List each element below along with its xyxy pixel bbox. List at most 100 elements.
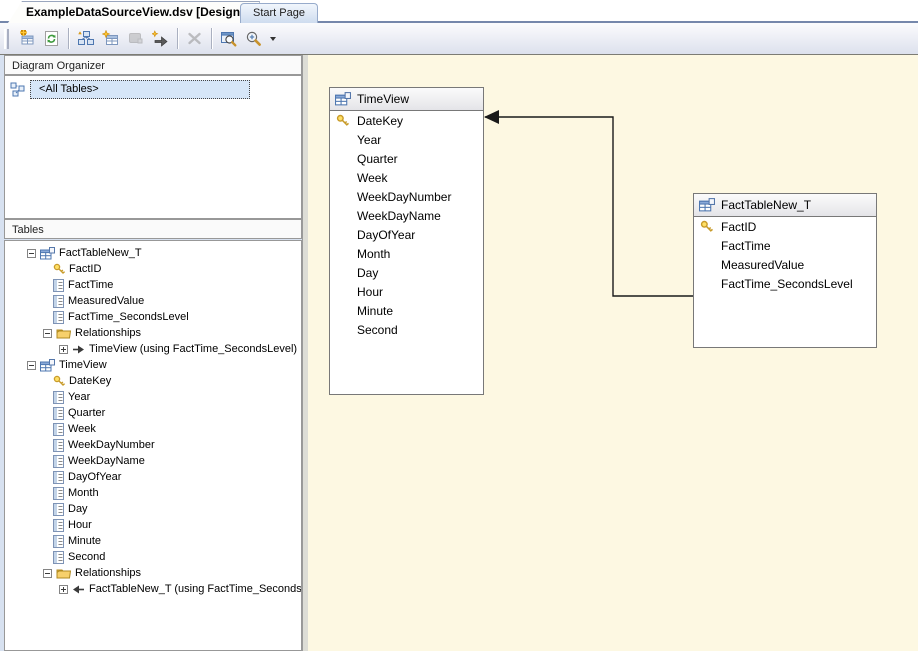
design-surface[interactable]: TimeView DateKey Year Quarter Week WeekD… bbox=[308, 55, 918, 651]
delete-x-icon bbox=[186, 30, 203, 47]
diagram-column-row[interactable]: DayOfYear bbox=[330, 225, 483, 244]
column-icon bbox=[53, 487, 64, 500]
diagram-item-all-tables[interactable]: <All Tables> bbox=[5, 78, 301, 100]
table-icon bbox=[335, 92, 351, 106]
diagram-column-row[interactable]: WeekDayNumber bbox=[330, 187, 483, 206]
new-diagram-button[interactable] bbox=[99, 27, 122, 50]
diagram-column-row[interactable]: Week bbox=[330, 168, 483, 187]
folder-icon bbox=[56, 567, 71, 579]
column-icon bbox=[53, 519, 64, 532]
column-icon bbox=[53, 423, 64, 436]
diagram-column-row[interactable]: Minute bbox=[330, 301, 483, 320]
tree-node-timeview[interactable]: TimeView bbox=[5, 357, 301, 373]
expand-icon[interactable] bbox=[59, 345, 68, 354]
timeview-diagram-header[interactable]: TimeView bbox=[330, 88, 483, 111]
add-remove-tables-button[interactable] bbox=[15, 27, 38, 50]
diagram-column-row[interactable]: FactID bbox=[694, 217, 876, 236]
diagram-item-label: <All Tables> bbox=[30, 80, 250, 99]
refresh-icon bbox=[43, 30, 60, 47]
column-icon bbox=[53, 295, 64, 308]
toolbar-separator bbox=[177, 28, 178, 49]
diagram-column-row[interactable]: Quarter bbox=[330, 149, 483, 168]
diagram-organizer-list: <All Tables> bbox=[4, 75, 302, 219]
column-icon bbox=[53, 503, 64, 516]
tree-node-relationships[interactable]: Relationships bbox=[5, 325, 301, 341]
key-icon bbox=[53, 375, 65, 388]
find-table-icon bbox=[220, 30, 237, 47]
column-icon bbox=[53, 311, 64, 324]
diagram-column-row[interactable]: Day bbox=[330, 263, 483, 282]
navigate-arrow-icon bbox=[152, 30, 169, 47]
collapse-icon[interactable] bbox=[27, 361, 36, 370]
zoom-icon bbox=[245, 30, 262, 47]
diagram-column-row[interactable]: FactTime_SecondsLevel bbox=[694, 274, 876, 293]
tree-node-column[interactable]: Quarter bbox=[5, 405, 301, 421]
arrange-tables-icon bbox=[77, 30, 94, 47]
zoom-button[interactable] bbox=[242, 27, 265, 50]
key-icon bbox=[53, 263, 65, 276]
tree-node-column[interactable]: Year bbox=[5, 389, 301, 405]
tree-node-column[interactable]: FactTime bbox=[5, 277, 301, 293]
key-icon bbox=[700, 220, 713, 234]
tree-node-column[interactable]: WeekDayName bbox=[5, 453, 301, 469]
tab-start-page[interactable]: Start Page bbox=[240, 3, 318, 23]
tree-node-column[interactable]: FactID bbox=[5, 261, 301, 277]
collapse-icon[interactable] bbox=[43, 329, 52, 338]
column-icon bbox=[53, 551, 64, 564]
timeview-diagram-table[interactable]: TimeView DateKey Year Quarter Week WeekD… bbox=[329, 87, 484, 395]
find-table-button[interactable] bbox=[217, 27, 240, 50]
tree-node-column[interactable]: MeasuredValue bbox=[5, 293, 301, 309]
diagram-column-row[interactable]: Hour bbox=[330, 282, 483, 301]
relationship-arrowhead bbox=[484, 110, 499, 124]
tab-example-datasourceview[interactable]: ExampleDataSourceView.dsv [Design]* bbox=[8, 1, 260, 23]
tree-node-column[interactable]: Minute bbox=[5, 533, 301, 549]
tree-node-facttable[interactable]: FactTableNew_T bbox=[5, 245, 301, 261]
delete-button[interactable] bbox=[183, 27, 206, 50]
column-icon bbox=[53, 455, 64, 468]
relationship-arrow-right-icon bbox=[72, 343, 85, 355]
diagram-column-row[interactable]: WeekDayName bbox=[330, 206, 483, 225]
navigate-to-related-table-button[interactable] bbox=[149, 27, 172, 50]
collapse-icon[interactable] bbox=[43, 569, 52, 578]
tree-node-relationship[interactable]: TimeView (using FactTime_SecondsLevel) bbox=[5, 341, 301, 357]
zoom-dropdown-caret[interactable] bbox=[270, 37, 276, 41]
tree-node-relationship[interactable]: FactTableNew_T (using FactTime_SecondsLe… bbox=[5, 581, 301, 597]
tree-node-column[interactable]: Month bbox=[5, 485, 301, 501]
tree-node-column[interactable]: FactTime_SecondsLevel bbox=[5, 309, 301, 325]
show-related-tables-button[interactable] bbox=[124, 27, 147, 50]
diagram-column-row[interactable]: Month bbox=[330, 244, 483, 263]
diagram-column-row[interactable]: Year bbox=[330, 130, 483, 149]
new-diagram-icon bbox=[102, 30, 119, 47]
diagram-column-row[interactable]: MeasuredValue bbox=[694, 255, 876, 274]
toolbar-grip[interactable] bbox=[4, 29, 9, 49]
diagram-table-title: TimeView bbox=[357, 92, 409, 106]
diagram-column-row[interactable]: FactTime bbox=[694, 236, 876, 255]
arrange-tables-button[interactable] bbox=[74, 27, 97, 50]
collapse-icon[interactable] bbox=[27, 249, 36, 258]
facttable-diagram-header[interactable]: FactTableNew_T bbox=[694, 194, 876, 217]
diagram-column-row[interactable]: DateKey bbox=[330, 111, 483, 130]
tree-node-column[interactable]: Week bbox=[5, 421, 301, 437]
tree-node-column[interactable]: Day bbox=[5, 501, 301, 517]
tree-node-column[interactable]: Hour bbox=[5, 517, 301, 533]
add-table-icon bbox=[18, 30, 35, 47]
tree-node-column[interactable]: DayOfYear bbox=[5, 469, 301, 485]
expand-icon[interactable] bbox=[59, 585, 68, 594]
tree-node-column[interactable]: DateKey bbox=[5, 373, 301, 389]
left-dock: Diagram Organizer <All Tables> Tables bbox=[0, 55, 308, 651]
relationship-arrow-left-icon bbox=[72, 583, 85, 595]
column-icon bbox=[53, 407, 64, 420]
toolbar-separator bbox=[68, 28, 69, 49]
diagram-organizer-header: Diagram Organizer bbox=[4, 55, 302, 75]
tree-node-column[interactable]: Second bbox=[5, 549, 301, 565]
tree-node-column[interactable]: WeekDayNumber bbox=[5, 437, 301, 453]
column-icon bbox=[53, 279, 64, 292]
column-icon bbox=[53, 535, 64, 548]
diagram-table-title: FactTableNew_T bbox=[721, 198, 811, 212]
diagram-column-row[interactable]: Second bbox=[330, 320, 483, 339]
refresh-button[interactable] bbox=[40, 27, 63, 50]
tree-node-relationships[interactable]: Relationships bbox=[5, 565, 301, 581]
table-icon bbox=[40, 359, 55, 372]
facttable-diagram-table[interactable]: FactTableNew_T FactID FactTime MeasuredV… bbox=[693, 193, 877, 348]
folder-icon bbox=[56, 327, 71, 339]
